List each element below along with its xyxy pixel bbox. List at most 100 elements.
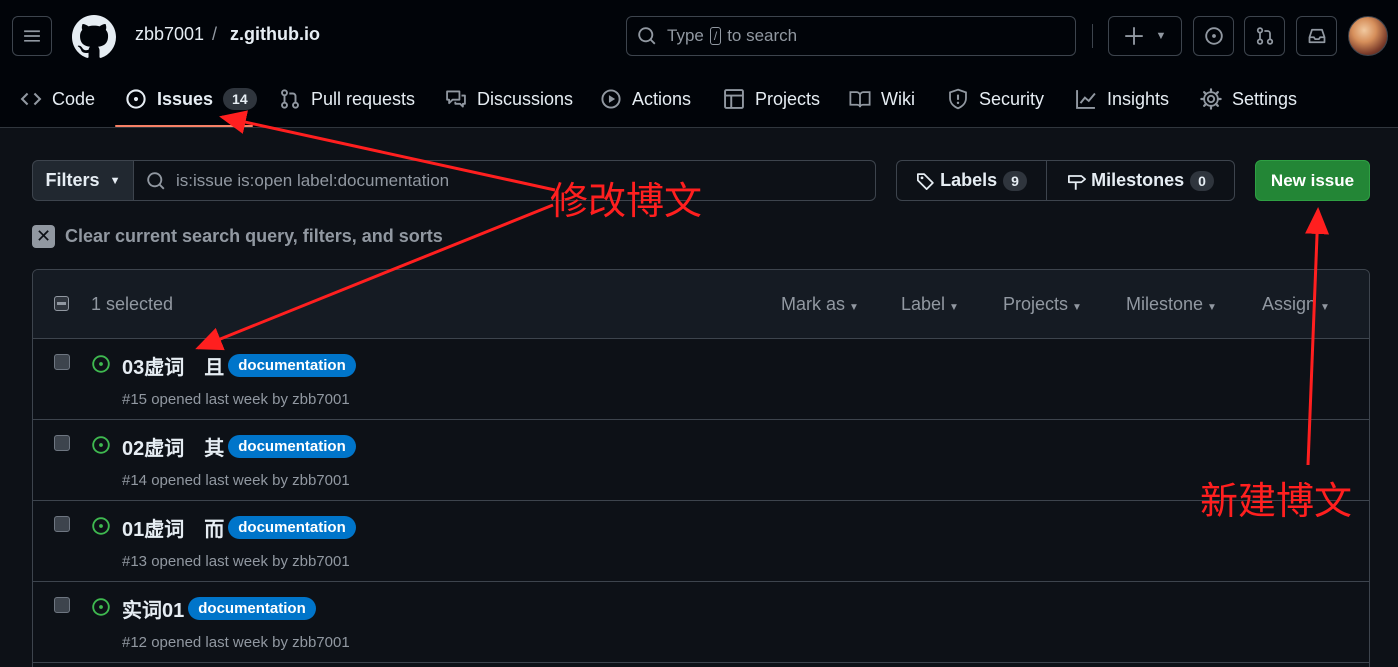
issue-title-link[interactable]: 02虚词 其 bbox=[122, 432, 224, 461]
search-placeholder-prefix: Type bbox=[667, 26, 704, 45]
tab-security-label: Security bbox=[979, 88, 1045, 109]
issue-title-row: 01虚词 而 documentation bbox=[122, 513, 356, 542]
search-placeholder-suffix: to search bbox=[727, 26, 798, 45]
new-issue-button[interactable]: New issue bbox=[1255, 160, 1370, 201]
inbox-button[interactable] bbox=[1296, 16, 1337, 56]
issue-opened-icon bbox=[92, 517, 110, 535]
issue-row[interactable]: 03虚词 且 documentation #15 opened last wee… bbox=[33, 339, 1369, 420]
tab-pull-requests[interactable]: Pull requests bbox=[279, 84, 415, 114]
graph-icon bbox=[1076, 90, 1096, 109]
issue-title-row: 实词01 documentation bbox=[122, 594, 316, 623]
annotation-edit-post: 修改博文 bbox=[550, 179, 703, 223]
tab-issues[interactable]: Issues 14 bbox=[125, 84, 257, 114]
issue-row[interactable]: 实词01 documentation #12 opened last week … bbox=[33, 582, 1369, 663]
select-all-checkbox[interactable] bbox=[54, 296, 69, 311]
issue-title-link[interactable]: 实词01 bbox=[122, 594, 184, 623]
tab-discussions-label: Discussions bbox=[477, 88, 574, 109]
hamburger-icon bbox=[24, 30, 40, 42]
clear-filters-text: Clear current search query, filters, and… bbox=[65, 225, 443, 246]
issue-list: 1 selected Mark as ▼ Label ▼ Projects ▼ Mil… bbox=[32, 269, 1370, 667]
issue-row[interactable]: 01虚词 而 documentation #13 opened last wee… bbox=[33, 501, 1369, 582]
issues-shortcut-button[interactable] bbox=[1193, 16, 1234, 56]
code-icon bbox=[20, 92, 42, 106]
user-avatar[interactable] bbox=[1348, 16, 1388, 56]
play-icon bbox=[601, 89, 621, 109]
label-documentation[interactable]: documentation bbox=[228, 435, 356, 458]
projects-dropdown[interactable]: Projects ▼ bbox=[1003, 294, 1082, 315]
tab-insights-label: Insights bbox=[1107, 88, 1170, 109]
issue-checkbox[interactable] bbox=[54, 516, 70, 532]
issue-checkbox[interactable] bbox=[54, 354, 70, 370]
create-new-button[interactable]: ▼ bbox=[1108, 16, 1182, 56]
comment-discussion-icon bbox=[446, 90, 466, 108]
close-icon: ✕ bbox=[32, 224, 55, 248]
chevron-down-icon: ▼ bbox=[1207, 302, 1217, 313]
milestone-dropdown[interactable]: Milestone ▼ bbox=[1126, 294, 1217, 315]
tab-discussions[interactable]: Discussions bbox=[445, 84, 573, 114]
filters-dropdown-button[interactable]: Filters ▼ bbox=[32, 160, 134, 201]
labels-button[interactable]: Labels 9 bbox=[896, 160, 1047, 201]
git-pull-request-icon bbox=[281, 89, 299, 109]
tab-actions-label: Actions bbox=[632, 88, 692, 109]
git-pull-request-icon bbox=[1256, 27, 1273, 45]
filters-label: Filters bbox=[45, 170, 100, 190]
issue-checkbox[interactable] bbox=[54, 435, 70, 451]
selected-count: 1 selected bbox=[91, 294, 174, 314]
issue-search-input[interactable]: is:issue is:open label:documentation bbox=[133, 160, 876, 201]
global-search-input[interactable]: Type / to search bbox=[626, 16, 1076, 56]
label-dropdown-label: Label bbox=[901, 294, 946, 314]
active-tab-underline bbox=[115, 125, 253, 127]
milestones-button[interactable]: Milestones 0 bbox=[1046, 160, 1235, 201]
menu-button[interactable] bbox=[12, 16, 52, 56]
breadcrumb-separator: / bbox=[212, 24, 218, 44]
mark-as-dropdown[interactable]: Mark as ▼ bbox=[781, 294, 859, 315]
tab-projects[interactable]: Projects bbox=[723, 84, 820, 114]
issue-title-link[interactable]: 03虚词 且 bbox=[122, 351, 224, 380]
clear-filters-link[interactable]: ✕ Clear current search query, filters, a… bbox=[32, 222, 443, 250]
milestones-count-badge: 0 bbox=[1190, 170, 1214, 191]
chevron-down-icon: ▼ bbox=[109, 174, 121, 187]
chevron-down-icon: ▼ bbox=[1320, 302, 1330, 313]
issue-meta: #13 opened last week by zbb7001 bbox=[122, 553, 350, 570]
assign-dropdown[interactable]: Assign ▼ bbox=[1262, 294, 1330, 315]
issue-meta: #12 opened last week by zbb7001 bbox=[122, 634, 350, 651]
tab-wiki[interactable]: Wiki bbox=[849, 84, 915, 114]
annotation-new-post: 新建博文 bbox=[1200, 479, 1353, 523]
label-documentation[interactable]: documentation bbox=[188, 597, 316, 620]
chevron-down-icon: ▼ bbox=[849, 302, 859, 313]
issue-opened-icon bbox=[126, 89, 146, 109]
issue-opened-icon bbox=[1204, 27, 1223, 45]
chevron-down-icon: ▼ bbox=[1155, 30, 1167, 42]
label-dropdown[interactable]: Label ▼ bbox=[901, 294, 959, 315]
issue-title-link[interactable]: 01虚词 而 bbox=[122, 513, 224, 542]
mark-as-label: Mark as bbox=[781, 294, 846, 314]
tab-settings[interactable]: Settings bbox=[1200, 84, 1297, 114]
pull-requests-shortcut-button[interactable] bbox=[1244, 16, 1285, 56]
breadcrumb-repo[interactable]: z.github.io bbox=[230, 24, 320, 45]
chevron-down-icon: ▼ bbox=[1072, 302, 1082, 313]
tab-actions[interactable]: Actions bbox=[600, 84, 691, 114]
issue-row[interactable]: 02虚词 其 documentation #14 opened last wee… bbox=[33, 420, 1369, 501]
assign-dropdown-label: Assign bbox=[1262, 294, 1317, 314]
label-documentation[interactable]: documentation bbox=[228, 354, 356, 377]
tab-security[interactable]: Security bbox=[947, 84, 1044, 114]
plus-icon bbox=[1124, 27, 1143, 45]
tab-insights[interactable]: Insights bbox=[1075, 84, 1169, 114]
tab-wiki-label: Wiki bbox=[881, 88, 915, 109]
search-icon bbox=[147, 171, 165, 189]
search-icon bbox=[638, 27, 656, 45]
github-logo-icon[interactable] bbox=[72, 15, 116, 59]
labels-count-badge: 9 bbox=[1003, 170, 1027, 191]
issue-list-header: 1 selected Mark as ▼ Label ▼ Projects ▼ Mil… bbox=[33, 270, 1369, 339]
breadcrumb-owner[interactable]: zbb7001 bbox=[135, 24, 204, 45]
label-documentation[interactable]: documentation bbox=[228, 516, 356, 539]
projects-dropdown-label: Projects bbox=[1003, 294, 1069, 314]
tab-code-label: Code bbox=[52, 88, 96, 109]
labels-button-label: Labels bbox=[940, 170, 998, 190]
tab-code[interactable]: Code bbox=[20, 84, 95, 114]
issue-title-row: 03虚词 且 documentation bbox=[122, 351, 356, 380]
issue-checkbox[interactable] bbox=[54, 597, 70, 613]
issue-meta: #14 opened last week by zbb7001 bbox=[122, 472, 350, 489]
issue-opened-icon bbox=[92, 355, 110, 373]
search-shortcut-key: / bbox=[709, 27, 722, 45]
